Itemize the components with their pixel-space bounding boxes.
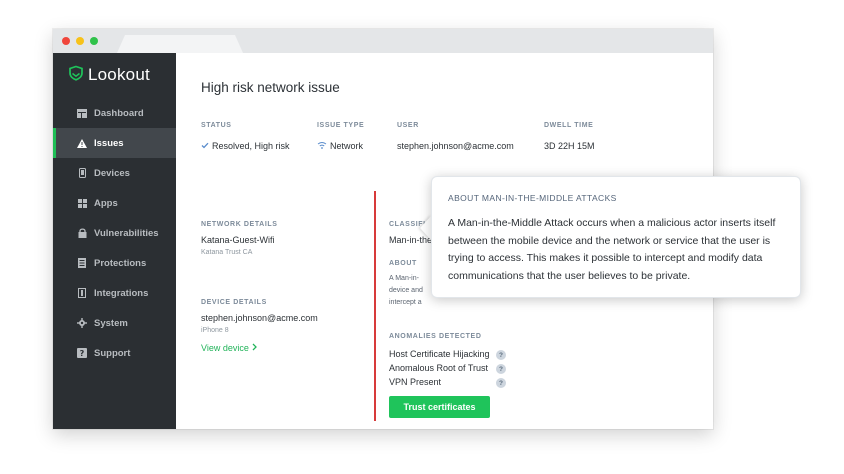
browser-tab[interactable] bbox=[117, 35, 243, 53]
about-line-2: device and bbox=[389, 287, 423, 294]
page-title: High risk network issue bbox=[201, 80, 340, 95]
sidebar-item-vulnerabilities[interactable]: Vulnerabilities bbox=[53, 218, 176, 248]
status-label: STATUS bbox=[201, 122, 232, 129]
popover-body: A Man-in-the-Middle Attack occurs when a… bbox=[448, 217, 776, 282]
dashboard-icon bbox=[77, 108, 87, 118]
document-icon bbox=[77, 258, 87, 268]
help-icon[interactable]: ? bbox=[496, 350, 506, 360]
sidebar-item-label: Protections bbox=[94, 257, 147, 269]
network-name: Katana-Guest-Wifi bbox=[201, 235, 275, 245]
network-ca: Katana Trust CA bbox=[201, 249, 253, 256]
sidebar-item-label: Support bbox=[94, 347, 131, 359]
status-text: Resolved, High risk bbox=[212, 141, 290, 151]
sidebar-item-label: Dashboard bbox=[94, 107, 144, 119]
popover-title: ABOUT MAN-IN-THE-MIDDLE ATTACKS bbox=[448, 193, 617, 203]
device-email: stephen.johnson@acme.com bbox=[201, 313, 318, 323]
shield-logo-icon bbox=[68, 65, 84, 86]
phone-icon bbox=[77, 168, 87, 178]
gear-icon bbox=[77, 318, 87, 328]
device-details-label: DEVICE DETAILS bbox=[201, 299, 267, 306]
help-icon[interactable]: ? bbox=[496, 378, 506, 388]
warning-icon bbox=[77, 138, 87, 148]
view-device-text: View device bbox=[201, 343, 249, 353]
sidebar-item-label: Devices bbox=[94, 167, 130, 179]
dwell-time-label: DWELL TIME bbox=[544, 122, 594, 129]
info-popover: ABOUT MAN-IN-THE-MIDDLE ATTACKS A Man-in… bbox=[431, 176, 801, 298]
minimize-window-dot[interactable] bbox=[76, 37, 84, 45]
about-label: ABOUT bbox=[389, 260, 417, 267]
anomaly-item: Host Certificate Hijacking bbox=[389, 349, 490, 359]
anomaly-item: Anomalous Root of Trust bbox=[389, 363, 489, 373]
user-value: stephen.johnson@acme.com bbox=[397, 141, 514, 151]
issue-type-label: ISSUE TYPE bbox=[317, 122, 365, 129]
anomalies-label: ANOMALIES DETECTED bbox=[389, 333, 482, 340]
browser-chrome bbox=[53, 29, 713, 53]
maximize-window-dot[interactable] bbox=[90, 37, 98, 45]
sidebar-item-label: Vulnerabilities bbox=[94, 227, 159, 239]
sidebar-item-label: Apps bbox=[94, 197, 118, 209]
chevron-right-icon bbox=[252, 343, 257, 353]
sidebar-item-support[interactable]: ? Support bbox=[53, 338, 176, 368]
sidebar-item-label: Integrations bbox=[94, 287, 149, 299]
lock-icon bbox=[77, 228, 87, 238]
about-line-3: intercept a bbox=[389, 299, 422, 306]
status-value: Resolved, High risk bbox=[201, 141, 290, 151]
anomaly-item: VPN Present bbox=[389, 377, 442, 387]
plug-icon bbox=[77, 288, 87, 298]
sidebar-item-label: System bbox=[94, 317, 128, 329]
sidebar-item-system[interactable]: System bbox=[53, 308, 176, 338]
logo-text: Lookout bbox=[88, 65, 150, 84]
network-details-label: NETWORK DETAILS bbox=[201, 221, 278, 228]
svg-text:?: ? bbox=[80, 349, 85, 358]
issue-type-value: Network bbox=[317, 141, 363, 151]
close-window-dot[interactable] bbox=[62, 37, 70, 45]
sidebar-item-protections[interactable]: Protections bbox=[53, 248, 176, 278]
trust-certificates-button[interactable]: Trust certificates bbox=[389, 396, 490, 418]
sidebar: Lookout Dashboard Issues Devices Apps Vu… bbox=[53, 53, 176, 429]
issue-type-text: Network bbox=[330, 141, 364, 151]
user-label: USER bbox=[397, 122, 419, 129]
sidebar-item-integrations[interactable]: Integrations bbox=[53, 278, 176, 308]
logo[interactable]: Lookout bbox=[68, 64, 150, 86]
wifi-icon bbox=[317, 141, 327, 151]
about-line-1: A Man-in- bbox=[389, 275, 419, 282]
help-icon: ? bbox=[77, 348, 87, 358]
dwell-time-value: 3D 22H 15M bbox=[544, 141, 595, 151]
sidebar-item-devices[interactable]: Devices bbox=[53, 158, 176, 188]
sidebar-item-dashboard[interactable]: Dashboard bbox=[53, 98, 176, 128]
help-icon[interactable]: ? bbox=[496, 364, 506, 374]
view-device-link[interactable]: View device bbox=[201, 343, 257, 353]
apps-grid-icon bbox=[77, 198, 87, 208]
sidebar-item-label: Issues bbox=[94, 137, 124, 149]
device-model: iPhone 8 bbox=[201, 327, 229, 334]
sidebar-item-issues[interactable]: Issues bbox=[53, 128, 176, 158]
sidebar-item-apps[interactable]: Apps bbox=[53, 188, 176, 218]
checkmark-icon bbox=[201, 141, 209, 151]
alert-divider bbox=[374, 191, 376, 421]
